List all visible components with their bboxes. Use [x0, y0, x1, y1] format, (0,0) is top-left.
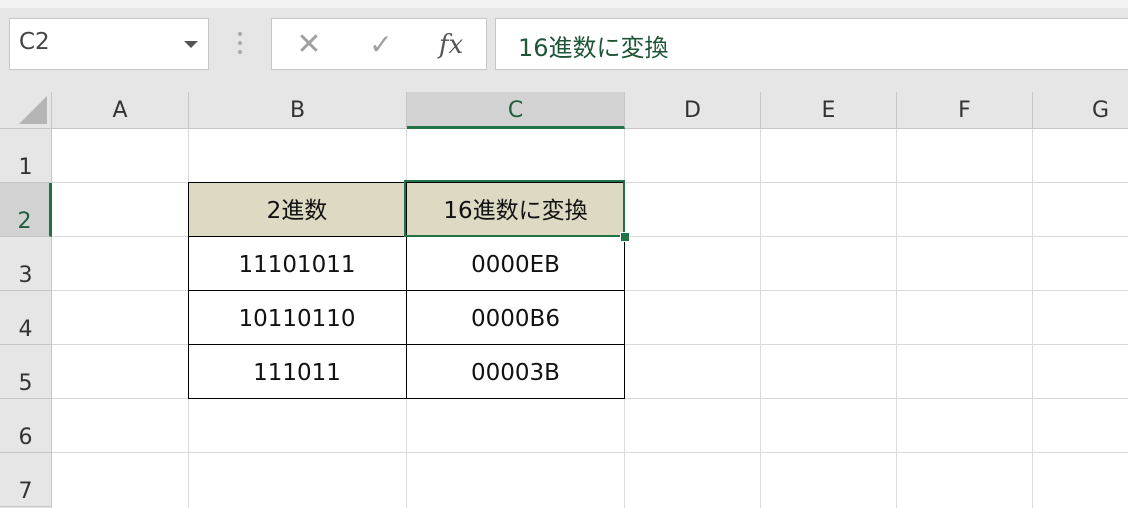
row-header-4[interactable]: 4: [0, 291, 51, 345]
name-box-value: C2: [19, 29, 50, 55]
select-all-button[interactable]: [0, 92, 52, 128]
chevron-down-icon[interactable]: [184, 41, 198, 48]
column-header-c[interactable]: C: [407, 92, 625, 129]
column-headers: A B C D E F G: [0, 92, 1128, 129]
ribbon-edge: [0, 0, 1128, 8]
gridline: [52, 398, 1128, 399]
row-header-5-label: 5: [18, 371, 33, 396]
formula-buttons: ✕ ✓ fx: [271, 18, 487, 70]
formula-input-value: 16進数に変換: [518, 34, 669, 62]
row-header-4-label: 4: [18, 317, 33, 342]
gridline: [52, 452, 1128, 453]
fill-handle[interactable]: [620, 232, 630, 242]
row-header-3-label: 3: [18, 263, 33, 288]
table-border: [188, 344, 625, 345]
insert-function-button[interactable]: fx: [434, 28, 468, 62]
row-header-1[interactable]: 1: [0, 129, 51, 183]
grip-handle-icon[interactable]: [238, 32, 242, 54]
table-border: [188, 290, 625, 291]
row-header-2-label: 2: [17, 209, 32, 234]
spreadsheet-grid: A B C D E F G 1 2 3 4 5 6 7 2進数 16進数に変換 …: [0, 92, 1128, 508]
table-cell-b5[interactable]: 111011: [188, 344, 406, 398]
table-header-hex[interactable]: 16進数に変換: [406, 182, 625, 236]
column-header-a[interactable]: A: [52, 92, 189, 128]
row-header-6-label: 6: [18, 425, 33, 450]
formula-bar: C2 ✕ ✓ fx 16進数に変換: [0, 0, 1128, 92]
cancel-icon[interactable]: ✕: [292, 28, 326, 62]
row-header-2[interactable]: 2: [0, 183, 52, 237]
row-headers: 1 2 3 4 5 6 7: [0, 129, 52, 508]
table-cell-c4[interactable]: 0000B6: [406, 290, 625, 344]
column-header-e[interactable]: E: [761, 92, 897, 128]
table-header-binary[interactable]: 2進数: [188, 182, 406, 236]
column-header-b[interactable]: B: [189, 92, 407, 128]
table-cell-b3[interactable]: 11101011: [188, 236, 406, 290]
table-cell-c5[interactable]: 00003B: [406, 344, 625, 398]
column-header-f[interactable]: F: [897, 92, 1033, 128]
row-header-1-label: 1: [18, 155, 33, 180]
row-header-3[interactable]: 3: [0, 237, 51, 291]
table-cell-c3[interactable]: 0000EB: [406, 236, 625, 290]
row-header-5[interactable]: 5: [0, 345, 51, 399]
enter-icon[interactable]: ✓: [364, 28, 398, 62]
name-box[interactable]: C2: [9, 18, 209, 70]
row-header-7[interactable]: 7: [0, 453, 51, 507]
row-header-6[interactable]: 6: [0, 399, 51, 453]
row-header-7-label: 7: [18, 479, 33, 504]
table-border: [188, 236, 625, 237]
table-cell-b4[interactable]: 10110110: [188, 290, 406, 344]
formula-input[interactable]: 16進数に変換: [495, 18, 1128, 70]
column-header-g[interactable]: G: [1033, 92, 1128, 128]
column-header-d[interactable]: D: [625, 92, 761, 128]
